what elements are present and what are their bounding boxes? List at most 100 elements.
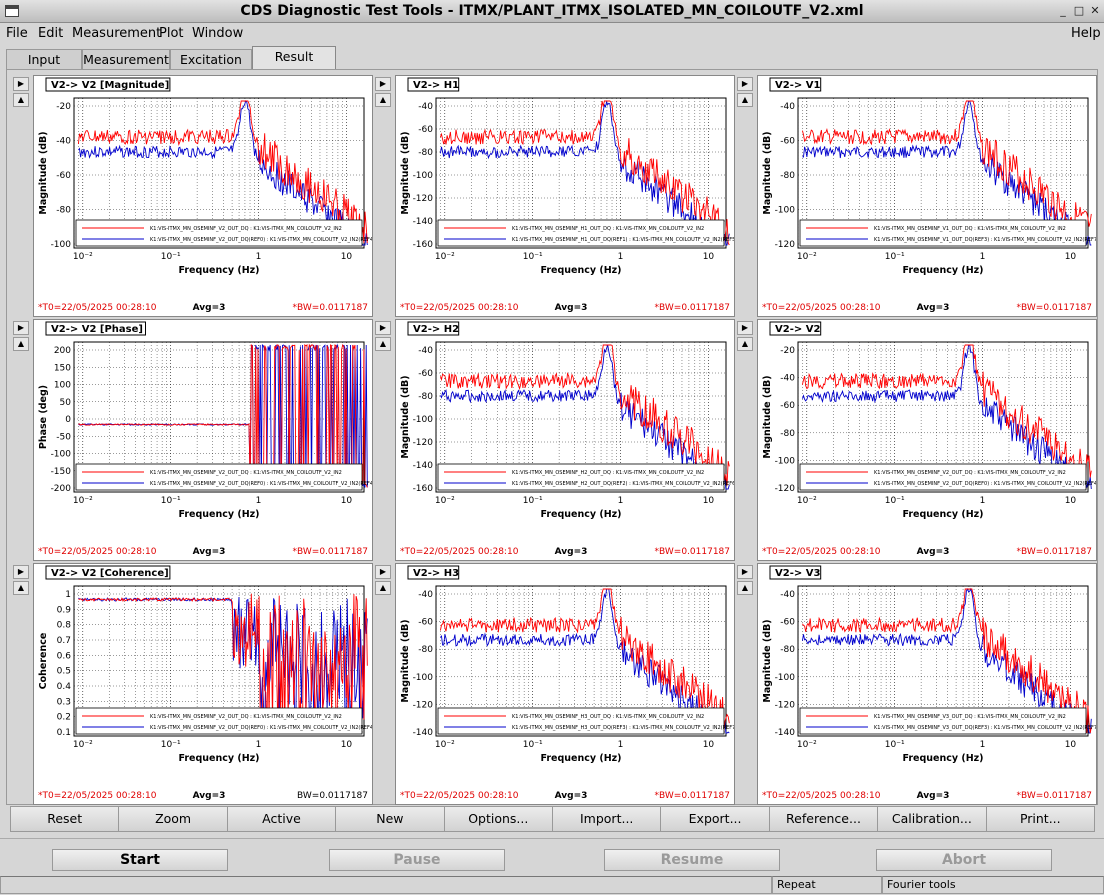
x-tick-label: 10⁻² (435, 740, 455, 750)
resume-button[interactable]: Resume (604, 849, 780, 871)
plot-canvas[interactable]: 1 0.9 0.8 0.7 0.6 0.5 0.4 0.3 0.2 0.1 K1:VIS-ITMX_… (33, 563, 373, 805)
pad-options-arrow-icon[interactable]: ▶ (375, 565, 391, 579)
pad-collapse-arrow-icon[interactable]: ▲ (13, 581, 29, 595)
bandwidth-label: *BW=0.0117187 (293, 303, 368, 313)
pad-collapse-arrow-icon[interactable]: ▲ (737, 337, 753, 351)
timestamp-label: *T0=22/05/2025 00:28:10 (38, 303, 157, 313)
y-axis-label: Magnitude (dB) (762, 375, 773, 458)
x-tick-label: 1 (256, 252, 262, 262)
tab-result[interactable]: Result (252, 46, 336, 69)
import-button[interactable]: Import... (552, 806, 662, 832)
pad-collapse-arrow-icon[interactable]: ▲ (737, 93, 753, 107)
x-tick-label: 10 (341, 496, 353, 506)
plot-svg: -40 -60 -80 -100 -120 -140 -160 K1:VIS-ITMX_MN_… (400, 77, 734, 313)
plot-pad-9[interactable]: ▶ ▲ -40 -60 -80 -100 -120 -140 K1:VIS-ITMX_MN_OS… (735, 563, 1097, 805)
plot-pad-8[interactable]: ▶ ▲ -40 -60 -80 -100 -120 -140 K1:VIS-ITMX_MN_OS… (373, 563, 735, 805)
plot-canvas[interactable]: -20 -40 -60 -80 -100 -120 K1:VIS-ITMX_MN_OSEMI… (757, 319, 1097, 561)
x-tick-label: 10⁻¹ (523, 496, 543, 506)
legend-entry: K1:VIS-ITMX_MN_OSEMINF_V2_OUT_DQ : K1:VI… (150, 714, 342, 720)
y-tick-label: 0.3 (57, 697, 71, 707)
plot-canvas[interactable]: -40 -60 -80 -100 -120 -140 K1:VIS-ITMX_MN_OSEM… (757, 563, 1097, 805)
reset-button[interactable]: Reset (10, 806, 120, 832)
plot-canvas[interactable]: -40 -60 -80 -100 -120 -140 -160 K1:VIS-ITMX_MN_… (395, 319, 735, 561)
new-button[interactable]: New (335, 806, 445, 832)
pad-options-arrow-icon[interactable]: ▶ (13, 565, 29, 579)
export-button[interactable]: Export... (660, 806, 770, 832)
timestamp-label: *T0=22/05/2025 00:28:10 (38, 791, 157, 801)
legend-entry: K1:VIS-ITMX_MN_OSEMINF_V2_OUT_DQ : K1:VI… (150, 226, 342, 232)
x-tick-label: 10⁻¹ (161, 496, 181, 506)
print-button[interactable]: Print... (985, 806, 1095, 832)
pad-collapse-arrow-icon[interactable]: ▲ (375, 581, 391, 595)
tab-measurement[interactable]: Measurement (82, 49, 170, 69)
pad-options-arrow-icon[interactable]: ▶ (13, 321, 29, 335)
pad-options-arrow-icon[interactable]: ▶ (737, 565, 753, 579)
menu-help[interactable]: Help (1071, 26, 1101, 41)
calibration-button[interactable]: Calibration... (877, 806, 987, 832)
y-tick-label: 0 (65, 415, 71, 425)
minimize-icon[interactable]: _ (1057, 5, 1069, 17)
plot-pad-6[interactable]: ▶ ▲ -20 -40 -60 -80 -100 -120 K1:VIS-ITMX_MN_OSE… (735, 319, 1097, 561)
legend-entry: K1:VIS-ITMX_MN_OSEMINF_H2_OUT_DQ : K1:VI… (512, 470, 704, 476)
plot-canvas[interactable]: -40 -60 -80 -100 -120 K1:VIS-ITMX_MN_OSEMINF_… (757, 75, 1097, 317)
plot-pad-3[interactable]: ▶ ▲ -40 -60 -80 -100 -120 K1:VIS-ITMX_MN_OSEMIN… (735, 75, 1097, 317)
menu-plot[interactable]: Plot (159, 26, 184, 41)
plot-svg: -20 -40 -60 -80 -100 -120 K1:VIS-ITMX_MN_OSEMI… (762, 321, 1096, 557)
plot-canvas[interactable]: -20 -40 -60 -80 -100 K1:VIS-ITMX_MN_OSEMINF_V… (33, 75, 373, 317)
status-repeat: Repeat (772, 876, 882, 894)
x-tick-label: 1 (618, 496, 624, 506)
menu-file[interactable]: File (6, 26, 28, 41)
x-tick-label: 10 (341, 252, 353, 262)
plot-pad-7[interactable]: ▶ ▲ 1 0.9 0.8 0.7 0.6 0.5 0.4 0.3 0.2 0.1 K1:VIS-ITM… (11, 563, 373, 805)
tab-excitation[interactable]: Excitation (170, 49, 252, 69)
y-tick-label: -100 (413, 673, 434, 683)
x-axis-label: Frequency (Hz) (540, 265, 621, 276)
y-tick-label: 0.1 (57, 728, 71, 738)
plot-pad-5[interactable]: ▶ ▲ -40 -60 -80 -100 -120 -140 -160 K1:VIS-ITMX_M… (373, 319, 735, 561)
y-tick-label: -40 (418, 346, 433, 356)
pad-collapse-arrow-icon[interactable]: ▲ (375, 93, 391, 107)
pad-collapse-arrow-icon[interactable]: ▲ (13, 337, 29, 351)
y-tick-label: -40 (418, 590, 433, 600)
plot-pad-4[interactable]: ▶ ▲ 200 150 100 50 0 -50 -100 -150 -200 K1:VIS-ITMX… (11, 319, 373, 561)
y-tick-label: 0.9 (57, 605, 72, 615)
average-label: Avg=3 (193, 547, 226, 557)
maximize-icon[interactable]: □ (1073, 5, 1085, 17)
menu-window[interactable]: Window (192, 26, 243, 41)
pad-options-arrow-icon[interactable]: ▶ (737, 77, 753, 91)
options-button[interactable]: Options... (443, 806, 553, 832)
start-button[interactable]: Start (52, 849, 228, 871)
legend-entry: K1:VIS-ITMX_MN_OSEMINF_H2_OUT_DQ(REF2) :… (512, 481, 734, 487)
y-tick-label: -40 (780, 102, 795, 112)
tab-input[interactable]: Input (6, 49, 82, 69)
y-tick-label: -100 (775, 206, 796, 216)
pad-options-arrow-icon[interactable]: ▶ (375, 77, 391, 91)
y-tick-label: -50 (56, 432, 71, 442)
legend-entry: K1:VIS-ITMX_MN_OSEMINF_V2_OUT_DQ(REF0) :… (150, 481, 372, 487)
plot-canvas[interactable]: -40 -60 -80 -100 -120 -140 -160 K1:VIS-ITMX_MN_… (395, 75, 735, 317)
pad-collapse-arrow-icon[interactable]: ▲ (13, 93, 29, 107)
zoom-button[interactable]: Zoom (118, 806, 228, 832)
plot-pad-2[interactable]: ▶ ▲ -40 -60 -80 -100 -120 -140 -160 K1:VIS-ITMX_M… (373, 75, 735, 317)
pad-collapse-arrow-icon[interactable]: ▲ (737, 581, 753, 595)
pause-button[interactable]: Pause (329, 849, 505, 871)
plot-canvas[interactable]: 200 150 100 50 0 -50 -100 -150 -200 K1:VIS-ITMX_M… (33, 319, 373, 561)
x-tick-label: 10⁻² (435, 496, 455, 506)
y-tick-label: -140 (775, 728, 796, 738)
status-field-main (0, 876, 772, 894)
pad-options-arrow-icon[interactable]: ▶ (737, 321, 753, 335)
pad-options-arrow-icon[interactable]: ▶ (375, 321, 391, 335)
bandwidth-label: *BW=0.0117187 (655, 791, 730, 801)
menu-edit[interactable]: Edit (38, 26, 63, 41)
plot-canvas[interactable]: -40 -60 -80 -100 -120 -140 K1:VIS-ITMX_MN_OSEM… (395, 563, 735, 805)
pad-collapse-arrow-icon[interactable]: ▲ (375, 337, 391, 351)
pad-options-arrow-icon[interactable]: ▶ (13, 77, 29, 91)
active-button[interactable]: Active (226, 806, 337, 832)
y-tick-label: -40 (780, 590, 795, 600)
reference-button[interactable]: Reference... (768, 806, 879, 832)
y-tick-label: -100 (413, 415, 434, 425)
menu-measurement[interactable]: Measurement (72, 26, 161, 41)
plot-pad-1[interactable]: ▶ ▲ -20 -40 -60 -80 -100 K1:VIS-ITMX_MN_OSEMINF… (11, 75, 373, 317)
close-icon[interactable]: ✕ (1089, 5, 1101, 17)
abort-button[interactable]: Abort (876, 849, 1052, 871)
